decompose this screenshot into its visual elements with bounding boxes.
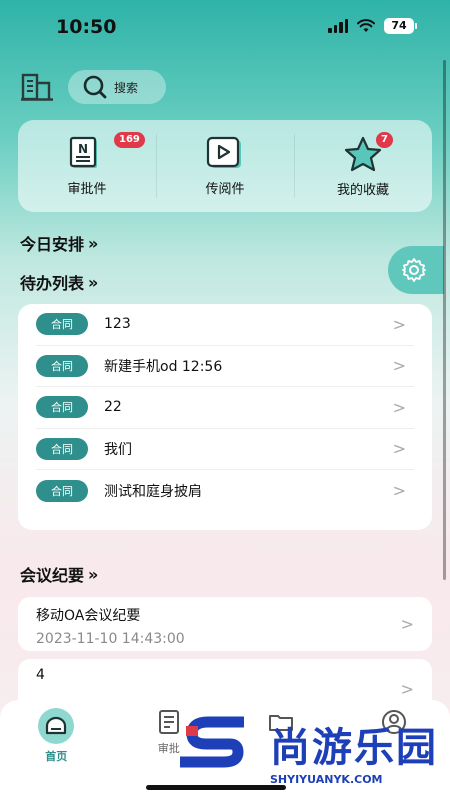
chevron-right-icon: > [392,481,406,501]
badge-approval: 169 [114,132,145,148]
gear-icon [402,258,426,282]
tab-label: 首页 [45,750,68,763]
meeting-title: 4 [36,667,45,683]
list-item[interactable]: 合同 123 > [36,304,414,346]
list-item[interactable]: 合同 22 > [36,387,414,429]
chevron-right-icon: > [400,679,414,699]
search-icon [83,75,107,99]
chevron-right-icon: > [392,439,406,459]
signal-icon [328,19,348,33]
status-bar: 10:50 74 [0,0,450,56]
todo-text: 123 [104,316,131,333]
badge-favorites: 7 [376,132,393,148]
shortcut-favorites[interactable]: 7 我的收藏 [294,120,432,212]
watermark-text: 尚游乐园 [270,725,438,771]
svg-text:N: N [78,142,88,156]
shortcut-label: 传阅件 [205,181,245,197]
todo-text: 新建手机od 12:56 [104,358,223,375]
contract-tag: 合同 [36,437,88,460]
document-n-icon: N [69,136,97,168]
todo-text: 测试和庭身披肩 [104,483,202,500]
battery-indicator: 74 [384,18,417,34]
list-item[interactable]: 合同 新建手机od 12:56 > [36,346,414,387]
section-title-todo: 待办列表 [20,274,85,293]
double-chevron-icon: » [88,272,99,292]
status-time: 10:50 [56,16,117,38]
chevron-right-icon: > [400,614,414,634]
meeting-time: 2023-11-10 14:43:00 [36,631,185,647]
search-label: 搜索 [114,80,139,95]
status-icons: 74 [328,18,417,34]
list-item[interactable]: 合同 测试和庭身披肩 > [36,470,414,512]
contract-tag: 合同 [36,396,88,419]
todo-text: 我们 [104,441,132,458]
shortcut-circulation[interactable]: 传阅件 [156,120,294,212]
search-button[interactable]: 搜索 [68,70,166,104]
section-meetings[interactable]: 会议纪要 » [20,562,98,586]
section-title-today: 今日安排 [20,235,85,254]
todo-list: 合同 123 > 合同 新建手机od 12:56 > 合同 22 > 合同 我们… [18,304,432,530]
double-chevron-icon: » [88,233,99,253]
home-icon [38,708,75,744]
play-card-icon [206,136,241,168]
chevron-right-icon: > [392,397,406,417]
s-logo-icon [180,716,244,768]
watermark-url: SHYIYUANYK.COM [270,773,383,786]
section-title-meetings: 会议纪要 [20,566,85,585]
double-chevron-icon: » [88,564,99,584]
shortcut-approval[interactable]: N 169 审批件 [18,120,156,212]
shortcut-label: 审批件 [67,181,107,197]
contract-tag: 合同 [36,479,88,502]
section-todo[interactable]: 待办列表 » [20,270,98,294]
header-row: 搜索 [20,70,166,104]
chevron-right-icon: > [392,356,406,376]
watermark-logo: 尚游乐园 SHYIYUANYK.COM [174,715,438,786]
building-icon[interactable] [20,71,54,103]
todo-text: 22 [104,399,122,416]
meeting-item[interactable]: 移动OA会议纪要 2023-11-10 14:43:00 > [18,597,432,651]
shortcut-card: N 169 审批件 传阅件 7 我的收藏 [18,120,432,212]
chevron-right-icon: > [392,314,406,334]
list-item[interactable]: 合同 我们 > [36,429,414,470]
section-today[interactable]: 今日安排 » [20,231,98,255]
settings-button[interactable] [388,246,444,294]
scrollbar[interactable] [443,60,446,580]
contract-tag: 合同 [36,313,88,336]
meeting-title: 移动OA会议纪要 [36,608,141,624]
shortcut-label: 我的收藏 [336,182,389,198]
tab-home[interactable]: 首页 [0,700,113,800]
wifi-icon [357,19,375,32]
contract-tag: 合同 [36,354,88,377]
